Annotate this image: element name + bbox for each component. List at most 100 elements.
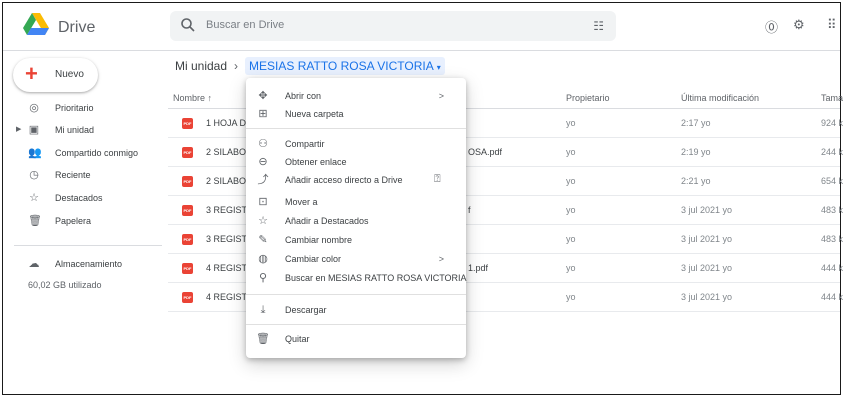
pdf-icon: PDF [182,263,193,274]
move-folder-icon: ⊡ [258,196,268,208]
move-arrows-icon: ✥ [258,90,268,102]
apps-icon[interactable]: ⠿ [827,17,837,33]
menu-item-mover-a[interactable]: ⊡ Mover a [246,192,466,212]
sidebar-item-prioritario[interactable]: ◎ Prioritario [0,98,160,120]
brand-name[interactable]: Drive [58,19,95,37]
search-icon: ⚲ [258,272,268,284]
sidebar-item-label: Almacenamiento [55,259,123,269]
file-size: 483 k [821,205,843,215]
menu-item-nueva-carpeta[interactable]: ⊞ Nueva carpeta [246,104,466,124]
file-owner: yo [566,118,576,128]
file-owner: yo [566,147,576,157]
cloud-icon: ☁ [28,258,40,270]
context-menu: ✥ Abrir con > ⊞ Nueva carpeta ⚇ Comparti… [246,78,467,358]
name-header: Nombre [173,93,206,103]
file-name-tail: 1.pdf [468,263,489,273]
menu-item-destacados[interactable]: ☆ Añadir a Destacados [246,211,466,231]
expand-caret-icon[interactable]: ▶ [16,125,21,133]
sidebar-item-label: Papelera [55,216,92,226]
palette-icon: ◍ [258,253,268,265]
modified-header[interactable]: Última modificación [681,93,759,103]
menu-item-label: Abrir con [285,91,322,101]
menu-item-quitar[interactable]: 🗑 Quitar [246,329,466,349]
menu-item-descargar[interactable]: ⤓ Descargar [246,300,466,320]
pdf-icon: PDF [182,292,193,303]
new-folder-icon: ⊞ [258,108,268,120]
pdf-icon: PDF [182,118,193,129]
new-button-label: Nuevo [55,69,84,80]
menu-item-label: Añadir a Destacados [285,216,369,226]
check-circle-icon: ◎ [29,102,39,114]
menu-item-label: Quitar [285,334,310,344]
sidebar-item-label: Compartido conmigo [55,148,139,158]
owner-header[interactable]: Propietario [566,93,610,103]
search-input[interactable]: Buscar en Drive [206,19,284,31]
people-icon: 👥 [28,147,42,159]
chevron-right-icon: › [234,59,239,73]
menu-item-abrir-con[interactable]: ✥ Abrir con > [246,86,466,106]
file-name: 2 SILABO ( [206,147,252,157]
file-modified: 2:17 yo [681,118,711,128]
trash-icon: 🗑 [256,333,270,345]
file-owner: yo [566,205,576,215]
pdf-icon: PDF [182,147,193,158]
clock-icon: ◷ [29,169,39,181]
file-size: 483 k [821,234,843,244]
sidebar-divider [14,245,162,246]
drive-logo-icon[interactable] [23,13,49,37]
help-icon[interactable]: ⍰ [434,173,441,186]
menu-item-obtener-enlace[interactable]: ⊖ Obtener enlace [246,152,466,172]
size-header[interactable]: Tama [821,93,843,103]
sidebar-item-label: Prioritario [55,103,94,113]
help-icon[interactable]: ⓪ [765,17,778,36]
menu-item-buscar-en[interactable]: ⚲ Buscar en MESIAS RATTO ROSA VICTORIA [246,268,467,288]
new-button[interactable]: + Nuevo [13,58,98,92]
file-modified: 3 jul 2021 yo [681,292,733,302]
menu-item-label: Nueva carpeta [285,109,344,119]
arrow-up-icon: ↑ [207,93,213,103]
menu-item-acceso-directo[interactable]: ⤴ Añadir acceso directo a Drive ⍰ [246,170,466,190]
menu-item-compartir[interactable]: ⚇ Compartir [246,134,466,154]
sidebar-item-label: Reciente [55,170,91,180]
search-bar[interactable]: Buscar en Drive ☷ [170,11,616,41]
file-modified: 3 jul 2021 yo [681,205,733,215]
menu-divider [246,324,466,325]
search-icon[interactable] [180,17,196,33]
menu-divider [246,128,466,129]
file-owner: yo [566,234,576,244]
pdf-icon: PDF [182,234,193,245]
sidebar-item-almacenamiento[interactable]: ☁ Almacenamiento [0,254,160,276]
breadcrumb-current[interactable]: MESIAS RATTO ROSA VICTORIA ▾ [245,57,445,75]
menu-item-label: Buscar en MESIAS RATTO ROSA VICTORIA [285,273,467,283]
menu-item-cambiar-nombre[interactable]: ✎ Cambiar nombre [246,230,466,250]
file-modified: 3 jul 2021 yo [681,263,733,273]
file-name-tail: f [468,205,471,215]
menu-divider [246,294,466,295]
file-size: 244 k [821,147,843,157]
breadcrumb: Mi unidad › MESIAS RATTO ROSA VICTORIA ▾ [175,57,445,75]
chevron-down-icon: ▾ [436,63,441,72]
sidebar-item-papelera[interactable]: 🗑 Papelera [0,211,160,233]
menu-item-label: Obtener enlace [285,157,347,167]
file-modified: 3 jul 2021 yo [681,234,733,244]
file-owner: yo [566,176,576,186]
breadcrumb-root[interactable]: Mi unidad [175,59,227,73]
sidebar-item-compartido[interactable]: 👥 Compartido conmigo [0,143,160,165]
file-size: 924 k [821,118,843,128]
settings-icon[interactable]: ⚙ [793,17,805,33]
sort-by-name[interactable]: Nombre ↑ [173,93,212,103]
menu-item-label: Descargar [285,305,327,315]
star-icon: ☆ [29,192,39,204]
menu-item-label: Compartir [285,139,325,149]
file-modified: 2:21 yo [681,176,711,186]
menu-item-label: Cambiar color [285,254,342,264]
filter-icon[interactable]: ☷ [593,19,604,33]
menu-item-cambiar-color[interactable]: ◍ Cambiar color > [246,249,466,269]
sidebar-item-reciente[interactable]: ◷ Reciente [0,165,160,187]
menu-item-label: Cambiar nombre [285,235,353,245]
file-owner: yo [566,263,576,273]
file-name-tail: OSA.pdf [468,147,503,157]
sidebar-item-destacados[interactable]: ☆ Destacados [0,188,160,210]
file-size: 444 k [821,292,843,302]
sidebar-item-mi-unidad[interactable]: ▶ ▣ Mi unidad [0,120,160,142]
